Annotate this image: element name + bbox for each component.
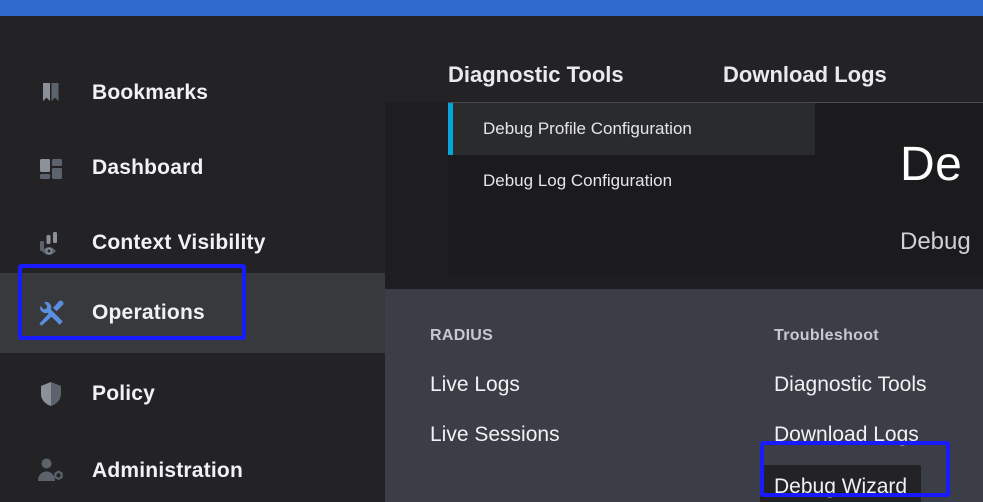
tools-wrench-icon (34, 296, 68, 330)
sidebar-item-policy[interactable]: Policy (18, 366, 246, 422)
top-accent-bar (0, 0, 983, 16)
subnav-item-debug-profile-configuration[interactable]: Debug Profile Configuration (448, 103, 815, 155)
subnav-item-label: Debug Log Configuration (483, 171, 673, 190)
flyout-link-live-logs[interactable]: Live Logs (430, 373, 520, 397)
operations-flyout-menu: RADIUS Live Logs Live Sessions Troublesh… (385, 289, 983, 502)
page-title: De (900, 138, 963, 191)
content-subnav: Debug Profile Configuration Debug Log Co… (448, 103, 815, 275)
flyout-link-download-logs[interactable]: Download Logs (774, 423, 919, 447)
sidebar-item-context-visibility[interactable]: Context Visibility (18, 215, 265, 271)
page-subtitle: Debug (900, 228, 971, 255)
subnav-item-label: Debug Profile Configuration (483, 119, 692, 138)
sidebar-item-label: Policy (92, 382, 156, 405)
sidebar-item-operations[interactable]: Operations (18, 285, 246, 341)
sidebar-item-label: Operations (92, 301, 205, 324)
screen-root: Diagnostic Tools Download Logs Debug Pro… (0, 0, 983, 502)
user-gear-icon (34, 454, 68, 488)
app-body: Diagnostic Tools Download Logs Debug Pro… (0, 16, 983, 502)
sidebar-item-bookmarks[interactable]: Bookmarks (18, 65, 246, 121)
tab-download-logs[interactable]: Download Logs (723, 62, 887, 88)
sidebar-nav: Bookmarks Dashboard Context Visibility O… (0, 16, 385, 502)
sidebar-item-dashboard[interactable]: Dashboard (18, 140, 246, 196)
subnav-item-debug-log-configuration[interactable]: Debug Log Configuration (448, 155, 815, 207)
bookmarks-icon (34, 76, 68, 110)
flyout-link-diagnostic-tools[interactable]: Diagnostic Tools (774, 373, 927, 397)
sidebar-item-label: Administration (92, 459, 243, 482)
sidebar-item-administration[interactable]: Administration (18, 443, 246, 499)
sidebar-item-label: Dashboard (92, 156, 204, 179)
sidebar-item-label: Bookmarks (92, 81, 209, 104)
flyout-column-heading: RADIUS (430, 327, 494, 344)
context-visibility-icon (34, 226, 68, 260)
active-indicator-bar (448, 103, 453, 155)
tab-diagnostic-tools[interactable]: Diagnostic Tools (448, 62, 624, 88)
content-detail-panel: De Debug (815, 103, 983, 275)
shield-icon (34, 377, 68, 411)
sidebar-item-label: Context Visibility (92, 231, 266, 254)
flyout-link-live-sessions[interactable]: Live Sessions (430, 423, 560, 447)
dashboard-grid-icon (34, 151, 68, 185)
flyout-link-debug-wizard[interactable]: Debug Wizard (760, 465, 922, 502)
flyout-column-heading: Troubleshoot (774, 327, 879, 344)
content-tab-bar: Diagnostic Tools Download Logs (385, 16, 983, 102)
